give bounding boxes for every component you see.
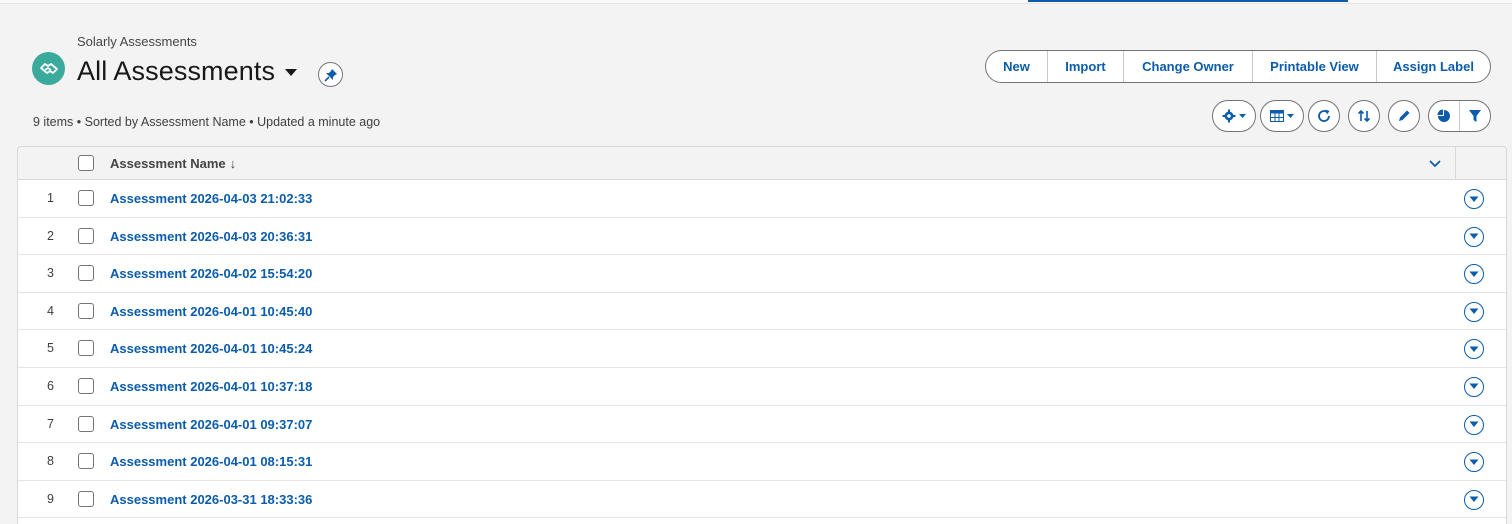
select-all-checkbox[interactable] <box>78 155 94 171</box>
sort-descending-icon: ↓ <box>229 156 237 171</box>
row-actions-chevron-down-icon[interactable] <box>1464 264 1484 285</box>
table-row: 8 Assessment 2026-04-01 08:15:31 <box>18 443 1506 481</box>
list-view-controls-button[interactable] <box>1212 100 1256 132</box>
column-header-assessment-name[interactable]: Assessment Name ↓ <box>110 156 236 171</box>
list-actions-button-group: New Import Change Owner Printable View A… <box>985 50 1491 83</box>
assessment-name-link[interactable]: Assessment 2026-04-01 10:45:24 <box>110 341 312 356</box>
chart-filter-group <box>1428 100 1491 132</box>
refresh-icon <box>1318 109 1330 122</box>
row-select-checkbox[interactable] <box>78 190 94 206</box>
assessment-name-link[interactable]: Assessment 2026-04-03 21:02:33 <box>110 191 312 206</box>
row-number: 8 <box>47 454 54 469</box>
row-actions-chevron-down-icon[interactable] <box>1464 339 1484 360</box>
row-number: 4 <box>47 303 54 318</box>
row-actions-chevron-down-icon[interactable] <box>1464 376 1484 397</box>
edit-list-button[interactable] <box>1388 100 1420 132</box>
table-body: 1 Assessment 2026-04-03 21:02:33 2 Assessme… <box>18 180 1506 519</box>
list-view-meta: 9 items • Sorted by Assessment Name • Up… <box>33 115 381 129</box>
table-header: Assessment Name ↓ <box>18 147 1506 180</box>
page-title[interactable]: All Assessments <box>77 56 275 87</box>
row-number: 9 <box>47 491 54 506</box>
row-actions-chevron-down-icon[interactable] <box>1464 226 1484 247</box>
caret-down-icon <box>1287 113 1294 118</box>
table-row: 4 Assessment 2026-04-01 10:45:40 <box>18 293 1506 331</box>
assessment-name-link[interactable]: Assessment 2026-04-01 10:37:18 <box>110 379 312 394</box>
row-actions-chevron-down-icon[interactable] <box>1464 301 1484 322</box>
display-as-button[interactable] <box>1260 100 1304 132</box>
row-actions-chevron-down-icon[interactable] <box>1464 452 1484 473</box>
filter-icon <box>1468 110 1481 122</box>
row-number: 5 <box>47 341 54 356</box>
show-charts-button[interactable] <box>1429 101 1460 131</box>
pencil-icon <box>1399 110 1410 121</box>
refresh-button[interactable] <box>1308 100 1340 132</box>
row-select-checkbox[interactable] <box>78 490 94 507</box>
row-select-checkbox[interactable] <box>78 453 94 470</box>
header-divider <box>1455 147 1456 180</box>
table-row: 3 Assessment 2026-04-02 15:54:20 <box>18 255 1506 293</box>
sort-button[interactable] <box>1348 100 1380 132</box>
column-menu-chevron-down-icon[interactable] <box>1426 155 1444 173</box>
assessment-name-link[interactable]: Assessment 2026-04-01 08:15:31 <box>110 454 312 469</box>
row-number: 6 <box>47 378 54 393</box>
row-actions-chevron-down-icon[interactable] <box>1464 489 1484 510</box>
change-owner-button[interactable]: Change Owner <box>1124 51 1253 82</box>
import-button[interactable]: Import <box>1048 51 1124 82</box>
assign-label-button[interactable]: Assign Label <box>1377 51 1490 82</box>
assessment-name-link[interactable]: Assessment 2026-04-02 15:54:20 <box>110 266 312 281</box>
chart-icon <box>1437 109 1450 122</box>
row-number: 2 <box>47 228 54 243</box>
table-row: 1 Assessment 2026-04-03 21:02:33 <box>18 180 1506 218</box>
row-actions-chevron-down-icon[interactable] <box>1464 414 1484 435</box>
row-select-checkbox[interactable] <box>78 227 94 244</box>
table-icon <box>1270 110 1284 122</box>
row-select-checkbox[interactable] <box>78 265 94 282</box>
row-select-checkbox[interactable] <box>78 415 94 432</box>
row-number: 7 <box>47 416 54 431</box>
row-select-checkbox[interactable] <box>78 340 94 357</box>
filters-button[interactable] <box>1460 101 1490 131</box>
list-view-header: Solarly Assessments All Assessments New … <box>0 0 1512 146</box>
row-actions-chevron-down-icon[interactable] <box>1464 189 1484 209</box>
pin-list-view-button[interactable] <box>318 62 343 87</box>
printable-view-button[interactable]: Printable View <box>1253 51 1377 82</box>
object-label: Solarly Assessments <box>77 34 197 49</box>
table-row: 2 Assessment 2026-04-03 20:36:31 <box>18 218 1506 256</box>
row-select-checkbox[interactable] <box>78 377 94 394</box>
list-view-picker-caret-icon[interactable] <box>284 68 298 78</box>
assessments-table: Assessment Name ↓ 1 Assessment 2026-04-03… <box>17 146 1507 524</box>
row-number: 1 <box>47 191 54 205</box>
table-row: 5 Assessment 2026-04-01 10:45:24 <box>18 330 1506 368</box>
assessment-name-link[interactable]: Assessment 2026-04-03 20:36:31 <box>110 229 312 244</box>
assessment-name-link[interactable]: Assessment 2026-03-31 18:33:36 <box>110 492 312 507</box>
handshake-icon <box>32 52 65 85</box>
table-row: 6 Assessment 2026-04-01 10:37:18 <box>18 368 1506 406</box>
assessment-name-link[interactable]: Assessment 2026-04-01 09:37:07 <box>110 417 312 432</box>
assessment-name-link[interactable]: Assessment 2026-04-01 10:45:40 <box>110 304 312 319</box>
table-row: 7 Assessment 2026-04-01 09:37:07 <box>18 406 1506 444</box>
table-row: 9 Assessment 2026-03-31 18:33:36 <box>18 481 1506 519</box>
new-button[interactable]: New <box>986 51 1048 82</box>
caret-down-icon <box>1239 113 1246 118</box>
row-select-checkbox[interactable] <box>78 302 94 319</box>
gear-icon <box>1222 109 1236 123</box>
pin-icon <box>323 68 337 82</box>
row-number: 3 <box>47 266 54 281</box>
sort-icon <box>1357 109 1371 123</box>
column-header-label: Assessment Name <box>110 156 226 171</box>
